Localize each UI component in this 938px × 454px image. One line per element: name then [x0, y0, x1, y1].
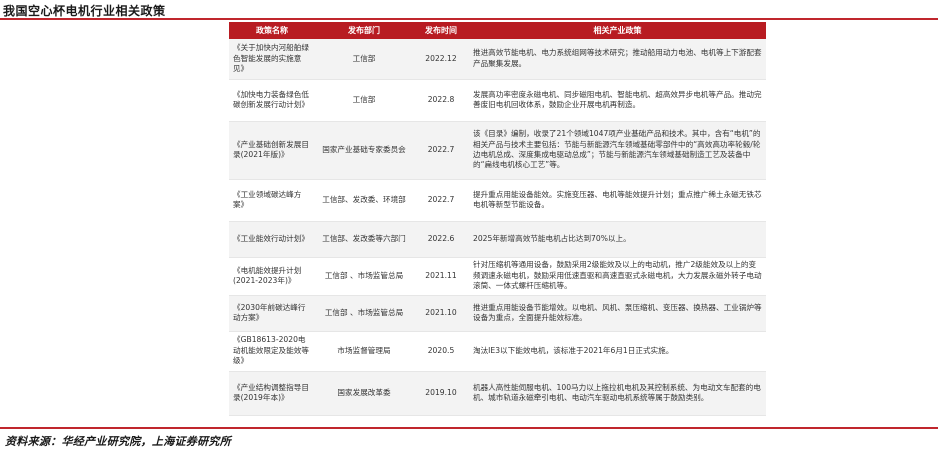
policy-name: 《产业基础创新发展目录(2021年版)》: [229, 121, 315, 180]
policy-department: 国家发展改革委: [315, 371, 413, 416]
source-note: 资料来源：华经产业研究院，上海证券研究所: [5, 435, 231, 448]
table-row: 《工业能效行动计划》 工信部、发改委等六部门 2022.6 2025年新增高效节…: [229, 221, 766, 258]
policy-name: 《加快电力装备绿色低碳创新发展行动计划》: [229, 79, 315, 122]
policy-name: 《电机能效提升计划(2021-2023年)》: [229, 257, 315, 296]
page-title: 我国空心杯电机行业相关政策: [3, 4, 166, 18]
table-row: 《产业基础创新发展目录(2021年版)》 国家产业基础专家委员会 2022.7 …: [229, 121, 766, 180]
policy-department: 工信部 、市场监管总局: [315, 295, 413, 332]
policy-description: 2025年新增高效节能电机占比达到70%以上。: [469, 221, 766, 258]
policy-date: 2020.5: [413, 331, 469, 372]
policy-description: 提升重点用能设备能效。实施变压器、电机等能效提升计划；重点推广稀土永磁无铁芯电机…: [469, 179, 766, 222]
policy-department: 国家产业基础专家委员会: [315, 121, 413, 180]
policy-description: 该《目录》编制，收录了21个领域1047项产业基础产品和技术。其中，含有“电机”…: [469, 121, 766, 180]
column-header-policy: 相关产业政策: [469, 22, 766, 39]
table-row: 《GB18613-2020电动机能效限定及能效等级》 市场监督管理局 2020.…: [229, 331, 766, 372]
table-row: 《2030年前碳达峰行动方案》 工信部 、市场监管总局 2021.10 推进重点…: [229, 295, 766, 332]
policy-description: 针对压缩机等通用设备，鼓励采用2级能效及以上的电动机，推广2级能效及以上的变频调…: [469, 257, 766, 296]
policy-name: 《关于加快内河船舶绿色智能发展的实施意见》: [229, 39, 315, 80]
title-divider: [0, 18, 938, 20]
policy-name: 《2030年前碳达峰行动方案》: [229, 295, 315, 332]
policy-description: 推进重点用能设备节能增效。以电机、风机、泵压缩机、变压器、换热器、工业锅炉等设备…: [469, 295, 766, 332]
policy-description: 机器人高性能伺服电机、100马力以上拖拉机电机及其控制系统、为电动文车配套的电机…: [469, 371, 766, 416]
column-header-date: 发布时间: [413, 22, 469, 39]
footer-divider: [0, 427, 938, 429]
policy-name: 《产业结构调整指导目录(2019年本)》: [229, 371, 315, 416]
policy-date: 2022.7: [413, 179, 469, 222]
policy-department: 市场监督管理局: [315, 331, 413, 372]
policy-date: 2019.10: [413, 371, 469, 416]
policy-department: 工信部、发改委等六部门: [315, 221, 413, 258]
policy-description: 淘汰IE3以下能效电机，该标准于2021年6月1日正式实施。: [469, 331, 766, 372]
policy-name: 《工业领域碳达峰方案》: [229, 179, 315, 222]
policy-department: 工信部: [315, 79, 413, 122]
column-header-name: 政策名称: [229, 22, 315, 39]
policy-date: 2022.7: [413, 121, 469, 180]
policy-name: 《GB18613-2020电动机能效限定及能效等级》: [229, 331, 315, 372]
policy-name: 《工业能效行动计划》: [229, 221, 315, 258]
policy-date: 2021.10: [413, 295, 469, 332]
policy-department: 工信部: [315, 39, 413, 80]
policy-department: 工信部、发改委、环境部: [315, 179, 413, 222]
policy-date: 2022.6: [413, 221, 469, 258]
table-row: 《电机能效提升计划(2021-2023年)》 工信部 、市场监管总局 2021.…: [229, 257, 766, 296]
policy-date: 2022.8: [413, 79, 469, 122]
policy-description: 推进高效节能电机、电力系统组网等技术研究；推动船用动力电池、电机等上下游配套产品…: [469, 39, 766, 80]
policy-department: 工信部 、市场监管总局: [315, 257, 413, 296]
policy-description: 发展高功率密度永磁电机、同步磁阻电机、智能电机、超高效异步电机等产品。推动完善废…: [469, 79, 766, 122]
policy-table: 政策名称 发布部门 发布时间 相关产业政策 《关于加快内河船舶绿色智能发展的实施…: [229, 22, 766, 416]
table-header-row: 政策名称 发布部门 发布时间 相关产业政策: [229, 22, 766, 39]
column-header-department: 发布部门: [315, 22, 413, 39]
table-row: 《关于加快内河船舶绿色智能发展的实施意见》 工信部 2022.12 推进高效节能…: [229, 39, 766, 80]
policy-date: 2021.11: [413, 257, 469, 296]
table-row: 《产业结构调整指导目录(2019年本)》 国家发展改革委 2019.10 机器人…: [229, 371, 766, 416]
table-row: 《工业领域碳达峰方案》 工信部、发改委、环境部 2022.7 提升重点用能设备能…: [229, 179, 766, 222]
policy-date: 2022.12: [413, 39, 469, 80]
table-row: 《加快电力装备绿色低碳创新发展行动计划》 工信部 2022.8 发展高功率密度永…: [229, 79, 766, 122]
